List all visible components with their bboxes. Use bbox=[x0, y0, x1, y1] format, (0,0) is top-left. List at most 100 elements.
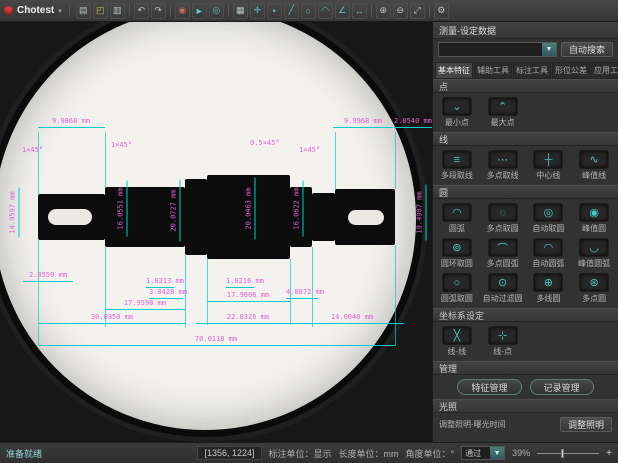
dimension-label: 14.9597 mm bbox=[9, 188, 20, 238]
dimension-label: 20.0727 mm bbox=[170, 180, 181, 242]
camera-icon[interactable]: ◉ bbox=[175, 3, 190, 19]
top-toolbar: Chotest ▾ ▤◰▥ ↶↷ ◉►◎ ▦✛•╱○◠∠↔ ⊕⊖⤢ ⚙ bbox=[0, 0, 618, 22]
grid-icon[interactable]: ▦ bbox=[233, 3, 248, 19]
capture-icon[interactable]: ◎ bbox=[209, 3, 224, 19]
dimension-label: 14.0040 mm bbox=[301, 313, 404, 324]
right-panel: 测量-设定数据 ▼ 自动搜索 基本特征辅助工具标注工具形位公差应用工具 点⌄最小… bbox=[432, 22, 618, 442]
slider-handle[interactable] bbox=[561, 449, 564, 458]
tool-label: 峰值线 bbox=[571, 170, 617, 181]
zoom-in-icon[interactable]: ⊕ bbox=[376, 3, 391, 19]
chevron-down-icon[interactable]: ▼ bbox=[490, 447, 504, 459]
distance-tool-icon[interactable]: ↔ bbox=[352, 3, 367, 19]
tab-2[interactable]: 辅助工具 bbox=[474, 62, 512, 78]
fit-view-icon[interactable]: ⤢ bbox=[410, 3, 425, 19]
circle-tool-icon[interactable]: ○ bbox=[301, 3, 316, 19]
tool-button[interactable]: ○圆弧取圆 bbox=[434, 271, 480, 306]
tool-button[interactable]: ╳线-线 bbox=[434, 324, 480, 359]
adjust-light-button[interactable]: 调整照明 bbox=[560, 417, 612, 432]
tool-button[interactable]: ⊛多点圆 bbox=[571, 271, 617, 306]
crosshair-icon[interactable]: ✛ bbox=[250, 3, 265, 19]
tool-button[interactable]: ⊹线-点 bbox=[480, 324, 526, 359]
open-file-icon[interactable]: ◰ bbox=[93, 3, 108, 19]
tool-button[interactable]: ⌄最小点 bbox=[434, 95, 480, 130]
chevron-down-icon[interactable]: ▼ bbox=[542, 43, 556, 56]
dimension-label: 2.0550 mm bbox=[23, 271, 73, 282]
tool-button[interactable]: ⌃最大点 bbox=[480, 95, 526, 130]
tool-button[interactable]: ◎自动取圆 bbox=[526, 201, 572, 236]
arc-tool-icon[interactable]: ◠ bbox=[318, 3, 333, 19]
line-tool-icon[interactable]: ╱ bbox=[284, 3, 299, 19]
angle-tool-icon[interactable]: ∠ bbox=[335, 3, 350, 19]
tool-icon: ⋯ bbox=[488, 150, 518, 169]
tab-1[interactable]: 基本特征 bbox=[435, 62, 473, 78]
tab-4[interactable]: 形位公差 bbox=[552, 62, 590, 78]
tool-label: 多线圆 bbox=[526, 293, 572, 304]
dimension-label: 1×45° bbox=[22, 146, 43, 155]
dimension-label: 1×45° bbox=[111, 141, 132, 150]
tab-5[interactable]: 应用工具 bbox=[591, 62, 618, 78]
light-percent: 39% bbox=[512, 448, 530, 458]
tool-button[interactable]: ⊚圆环取圆 bbox=[434, 236, 480, 271]
tool-label: 峰值圆 bbox=[571, 223, 617, 234]
tool-grid: ◠圆弧◌多点取圆◎自动取圆◉峰值圆 ⊚圆环取圆⌒多点圆弧◠自动圆弧◡峰值圆弧 ○圆弧… bbox=[433, 199, 618, 308]
plus-icon[interactable]: + bbox=[606, 448, 612, 459]
tool-label: 中心线 bbox=[526, 170, 572, 181]
undo-icon[interactable]: ↶ bbox=[134, 3, 149, 19]
settings-icon[interactable]: ⚙ bbox=[434, 3, 449, 19]
tool-button[interactable]: ⋯多点取线 bbox=[480, 148, 526, 183]
section-header: 坐标系设定 bbox=[433, 308, 618, 322]
dimension-label: 9.9868 mm bbox=[38, 117, 105, 128]
tool-button[interactable]: ◡峰值圆弧 bbox=[571, 236, 617, 271]
zoom-out-icon[interactable]: ⊖ bbox=[393, 3, 408, 19]
pass-filter-select[interactable]: 通过 ▼ bbox=[461, 446, 505, 460]
live-video-icon[interactable]: ► bbox=[192, 3, 207, 19]
tab-3[interactable]: 标注工具 bbox=[513, 62, 551, 78]
tool-button[interactable]: ∿峰值线 bbox=[571, 148, 617, 183]
tool-button[interactable]: ◉峰值圆 bbox=[571, 201, 617, 236]
tool-icon: ⊕ bbox=[533, 273, 563, 292]
tool-label: 多点取线 bbox=[480, 170, 526, 181]
tool-label: 多点取圆 bbox=[480, 223, 526, 234]
tool-button[interactable]: ⌒多点圆弧 bbox=[480, 236, 526, 271]
dimension-label: 0.5×45° bbox=[250, 139, 280, 148]
record-manage-button[interactable]: 记录管理 bbox=[530, 379, 594, 395]
tool-icon: ○ bbox=[442, 273, 472, 292]
tool-label: 多点圆 bbox=[571, 293, 617, 304]
tool-button[interactable]: ◠自动圆弧 bbox=[526, 236, 572, 271]
tool-icon: ◎ bbox=[533, 203, 563, 222]
length-unit-label: 长度单位：mm bbox=[339, 447, 399, 460]
point-tool-icon[interactable]: • bbox=[267, 3, 282, 19]
dimension-label: 3.0428 mm bbox=[149, 288, 183, 299]
tool-label: 峰值圆弧 bbox=[571, 258, 617, 269]
tool-button[interactable]: ◠圆弧 bbox=[434, 201, 480, 236]
toolbar-separator bbox=[429, 4, 430, 17]
save-icon[interactable]: ▥ bbox=[110, 3, 125, 19]
redo-icon[interactable]: ↷ bbox=[151, 3, 166, 19]
dimension-extension-line bbox=[38, 132, 39, 194]
camera-viewport[interactable]: 9.9868 mm9.9968 mm2.0540 mm1×45°1×45°0.5… bbox=[0, 22, 432, 442]
tool-button[interactable]: ≡多段取线 bbox=[434, 148, 480, 183]
feature-manage-button[interactable]: 特征管理 bbox=[457, 379, 521, 395]
shaft-silhouette-segment bbox=[185, 179, 207, 255]
auto-search-button[interactable]: 自动搜索 bbox=[561, 42, 613, 57]
app-title: Chotest bbox=[17, 5, 54, 16]
dimension-label: 17.9606 mm bbox=[207, 291, 290, 302]
toolbar-icons: ▤◰▥ ↶↷ ◉►◎ ▦✛•╱○◠∠↔ ⊕⊖⤢ ⚙ bbox=[76, 3, 449, 19]
tool-button[interactable]: ⊙自动过滤圆 bbox=[480, 271, 526, 306]
tool-label: 最大点 bbox=[480, 117, 526, 128]
dimension-label: 17.9598 mm bbox=[105, 299, 185, 310]
menu-icon[interactable]: ▤ bbox=[76, 3, 91, 19]
feature-select[interactable]: ▼ bbox=[438, 42, 557, 57]
tool-button[interactable]: ⊕多线圆 bbox=[526, 271, 572, 306]
panel-title: 测量-设定数据 bbox=[433, 22, 618, 39]
logo-dot-icon bbox=[4, 6, 13, 15]
tool-icon: ┼ bbox=[533, 150, 563, 169]
light-slider[interactable] bbox=[537, 448, 599, 459]
tool-button[interactable]: ◌多点取圆 bbox=[480, 201, 526, 236]
app-logo[interactable]: Chotest ▾ bbox=[4, 5, 70, 16]
dimension-label: 1.0216 mm bbox=[226, 277, 254, 288]
tool-grid: ≡多段取线⋯多点取线┼中心线∿峰值线 bbox=[433, 146, 618, 185]
tool-button[interactable]: ┼中心线 bbox=[526, 148, 572, 183]
tool-icon: ⌒ bbox=[488, 238, 518, 257]
dimension-label: 16.0622 mm bbox=[293, 181, 304, 237]
